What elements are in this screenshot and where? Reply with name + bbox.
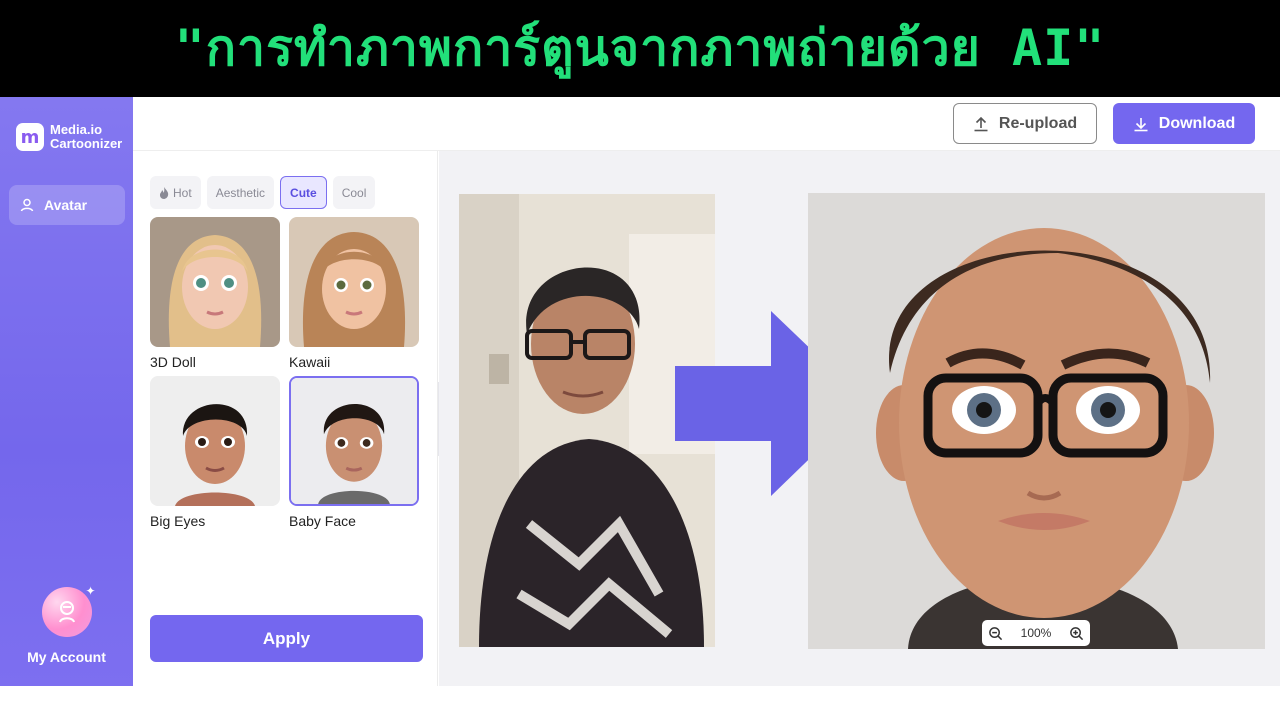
download-button[interactable]: Download <box>1113 103 1255 144</box>
reupload-label: Re-upload <box>998 114 1078 132</box>
sidebar-item-avatar[interactable]: Avatar <box>9 185 125 225</box>
style-thumbnail <box>150 376 280 506</box>
cartoonizer-app: m Media.io Cartoonizer Avatar ✦ My Accou… <box>0 97 1280 686</box>
tab-aesthetic[interactable]: Aesthetic <box>206 176 275 209</box>
style-card-big-eyes[interactable]: Big Eyes <box>150 376 281 529</box>
style-card-label: Baby Face <box>289 513 356 529</box>
user-icon <box>20 198 34 212</box>
style-card-label: Big Eyes <box>150 513 206 529</box>
zoom-level: 100% <box>1020 626 1052 640</box>
3d-doll-thumbnail <box>150 217 280 347</box>
tab-hot[interactable]: Hot <box>150 176 201 209</box>
media-io-logo-icon: m <box>16 123 44 151</box>
account-label: My Account <box>27 649 106 665</box>
zoom-in-icon[interactable] <box>1069 626 1084 641</box>
cartoon-result <box>808 193 1265 649</box>
preview-area: 100% <box>439 151 1280 686</box>
sidebar-item-label: Avatar <box>44 197 88 213</box>
style-thumbnail <box>150 217 280 347</box>
cartoon-result-image <box>808 193 1265 649</box>
style-card-3d-doll[interactable]: 3D Doll <box>150 217 281 370</box>
style-tabs: Hot Aesthetic Cute Cool <box>150 176 376 209</box>
style-card-label: Kawaii <box>289 354 331 370</box>
zoom-out-icon[interactable] <box>988 626 1003 641</box>
baby-face-thumbnail <box>291 378 417 504</box>
flame-icon <box>159 186 169 199</box>
kawaii-thumbnail <box>289 217 419 347</box>
style-thumbnail <box>289 376 419 506</box>
account-avatar-icon <box>58 601 75 623</box>
download-label: Download <box>1158 114 1236 132</box>
logo-text: Media.io Cartoonizer <box>50 122 123 151</box>
toolbar: Re-upload Download <box>133 97 1280 151</box>
reupload-button[interactable]: Re-upload <box>953 103 1097 144</box>
bottom-strip <box>0 686 1280 720</box>
sidebar: m Media.io Cartoonizer Avatar ✦ My Accou… <box>0 97 133 686</box>
banner-title: "การทำภาพการ์ตูนจากภาพถ่ายด้วย AI" <box>174 19 1106 77</box>
tab-cute[interactable]: Cute <box>280 176 327 209</box>
style-card-label: 3D Doll <box>150 354 196 370</box>
app-logo[interactable]: m Media.io Cartoonizer <box>16 123 122 151</box>
upload-icon <box>974 116 988 131</box>
tab-cool[interactable]: Cool <box>332 176 376 209</box>
style-thumbnail <box>289 217 419 347</box>
style-panel: Hot Aesthetic Cute Cool 3D Doll Kawaii B… <box>133 151 438 686</box>
download-icon <box>1134 117 1148 131</box>
style-card-kawaii[interactable]: Kawaii <box>289 217 420 370</box>
style-card-baby-face[interactable]: Baby Face <box>289 376 420 529</box>
big-eyes-thumbnail <box>150 376 280 506</box>
apply-button[interactable]: Apply <box>150 615 423 662</box>
sparkle-icon: ✦ <box>85 584 96 598</box>
zoom-controls: 100% <box>982 620 1090 646</box>
avatar[interactable]: ✦ <box>41 584 96 637</box>
title-banner: "การทำภาพการ์ตูนจากภาพถ่ายด้วย AI" <box>0 0 1280 97</box>
my-account[interactable]: ✦ My Account <box>0 584 133 665</box>
